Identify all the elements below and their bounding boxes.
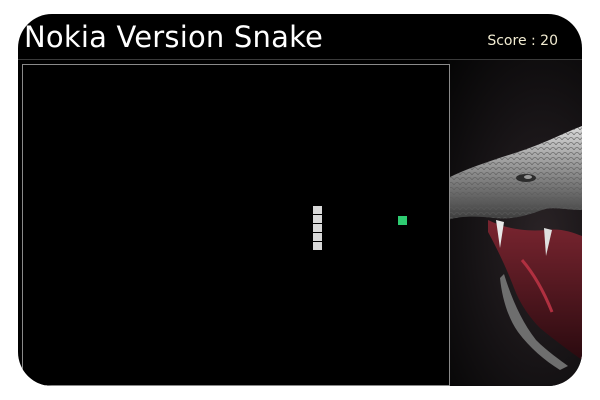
- food-pellet: [398, 216, 407, 225]
- score-display: Score : 20: [487, 33, 558, 49]
- page-title: Nokia Version Snake: [24, 20, 324, 54]
- game-window: Nokia Version Snake Score : 20: [18, 14, 582, 386]
- snake-segment: [313, 242, 322, 250]
- snake-segment: [313, 215, 322, 223]
- snake-head-image: [448, 60, 582, 386]
- game-board[interactable]: [22, 64, 450, 386]
- snake-head-illustration: [448, 126, 582, 370]
- snake-segment: [313, 206, 322, 214]
- snake-segment: [313, 233, 322, 241]
- snake-segment: [313, 224, 322, 232]
